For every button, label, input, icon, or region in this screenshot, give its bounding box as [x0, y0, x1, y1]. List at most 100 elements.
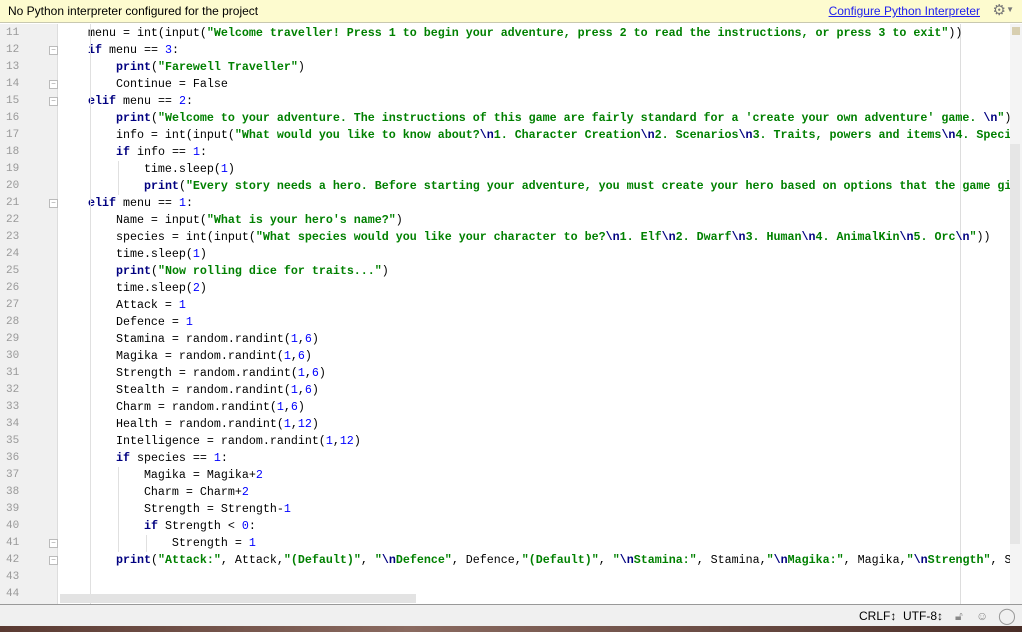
line-number: 30 [6, 350, 20, 362]
lock-icon[interactable]: 🔓︎ [955, 609, 963, 624]
code-token: Strength = Strength- [60, 502, 284, 516]
indent-guide [118, 161, 119, 195]
keyword-token: print [115, 111, 151, 125]
code-token: menu == [101, 43, 165, 57]
line-number: 21 [6, 197, 20, 209]
line-number: 40 [6, 520, 20, 532]
code-line: print("Attack:", Attack,"(Default)", "\n… [60, 552, 1010, 569]
scrollbar-thumb[interactable] [1010, 144, 1020, 544]
number-token: 2 [255, 468, 263, 482]
number-token: 1 [297, 366, 305, 380]
line-number: 32 [6, 384, 20, 396]
encoding-selector[interactable]: UTF-8↕ [903, 609, 943, 623]
line-number: 13 [6, 61, 20, 73]
escape-token: \n [738, 128, 753, 142]
line-number: 36 [6, 452, 20, 464]
vertical-scrollbar[interactable] [1010, 24, 1022, 604]
chevron-down-icon[interactable]: ▼ [1006, 5, 1014, 14]
code-token: ) [227, 162, 235, 176]
code-line: Charm = random.randint(1,6) [60, 399, 305, 416]
code-line: print("Now rolling dice for traits...") [60, 263, 389, 280]
code-line: print("Every story needs a hero. Before … [60, 178, 1010, 195]
string-token: "Welcome traveller! Press 1 to begin you… [206, 26, 949, 40]
keyword-token: print [115, 264, 151, 278]
number-token: 1 [192, 145, 200, 159]
code-line: time.sleep(1) [60, 161, 235, 178]
indent-guide [90, 24, 91, 604]
fold-marker-icon[interactable]: − [49, 199, 58, 208]
inspector-icon[interactable]: ☺ [976, 609, 988, 623]
event-log-icon[interactable]: ◯ [998, 606, 1016, 626]
code-line: if menu == 3: [60, 42, 179, 59]
code-token: ( [178, 179, 186, 193]
string-token: " [612, 553, 620, 567]
line-number: 19 [6, 163, 20, 175]
configure-interpreter-link[interactable]: Configure Python Interpreter [829, 4, 980, 18]
line-number: 43 [6, 571, 20, 583]
banner-message: No Python interpreter configured for the… [8, 4, 259, 18]
string-token: "What species would you like your charac… [255, 230, 606, 244]
code-token: info == [129, 145, 193, 159]
string-token: " [374, 553, 382, 567]
code-token: )) [976, 230, 991, 244]
code-token: time.sleep( [60, 247, 193, 261]
line-separator-selector[interactable]: CRLF↕ [859, 609, 896, 623]
string-token: 1. Character Creation [493, 128, 641, 142]
code-token: , Magika, [843, 553, 907, 567]
code-token: ) [297, 60, 305, 74]
code-token: , [360, 553, 375, 567]
code-token: , Defence, [451, 553, 522, 567]
code-token: time.sleep( [60, 162, 221, 176]
number-token: 0 [241, 519, 249, 533]
number-token: 1 [283, 417, 291, 431]
number-token: 1 [192, 247, 200, 261]
code-editor[interactable]: 11 12−13 14−15−16 17 18 19 20 21−22 23 24 25 26 27 28… [0, 24, 1022, 604]
code-token: ( [150, 111, 158, 125]
string-token: 4. Specic [955, 128, 1010, 142]
inspection-status-marker[interactable] [1012, 27, 1020, 35]
number-token: 1 [283, 502, 291, 516]
escape-token: \n [941, 128, 956, 142]
code-token: ) [297, 400, 305, 414]
code-token: info = int(input( [60, 128, 235, 142]
escape-token: \n [381, 553, 396, 567]
fold-marker-icon[interactable]: − [49, 539, 58, 548]
number-token: 1 [178, 298, 186, 312]
code-token: ) [311, 417, 319, 431]
fold-marker-icon[interactable]: − [49, 46, 58, 55]
fold-marker-icon[interactable]: − [49, 80, 58, 89]
code-token: menu = int(input( [60, 26, 207, 40]
escape-token: \n [619, 553, 634, 567]
number-token: 1 [220, 162, 228, 176]
escape-token: \n [773, 553, 788, 567]
horizontal-scrollbar[interactable] [60, 594, 416, 603]
fold-marker-icon[interactable]: − [49, 556, 58, 565]
code-token: : [185, 196, 193, 210]
gear-icon[interactable]: ⚙ [993, 1, 1006, 19]
code-token: species == [129, 451, 214, 465]
escape-token: \n [801, 230, 816, 244]
line-number: 35 [6, 435, 20, 447]
line-number: 24 [6, 248, 20, 260]
string-token: "Welcome to your adventure. The instruct… [157, 111, 984, 125]
line-number: 38 [6, 486, 20, 498]
escape-token: \n [479, 128, 494, 142]
number-token: 2 [178, 94, 186, 108]
line-number: 25 [6, 265, 20, 277]
fold-marker-icon[interactable]: − [49, 97, 58, 106]
line-number: 42 [6, 554, 20, 566]
code-area[interactable]: menu = int(input("Welcome traveller! Pre… [60, 24, 1010, 604]
status-bar: CRLF↕ UTF-8↕ 🔓︎ ☺ ◯ [0, 604, 1022, 626]
number-token: 3 [164, 43, 172, 57]
number-token: 1 [276, 400, 284, 414]
string-token: "(Default)" [283, 553, 361, 567]
code-line: Magika = random.randint(1,6) [60, 348, 312, 365]
number-token: 6 [290, 400, 298, 414]
code-token: , St [990, 553, 1010, 567]
code-line: elif menu == 1: [60, 195, 193, 212]
